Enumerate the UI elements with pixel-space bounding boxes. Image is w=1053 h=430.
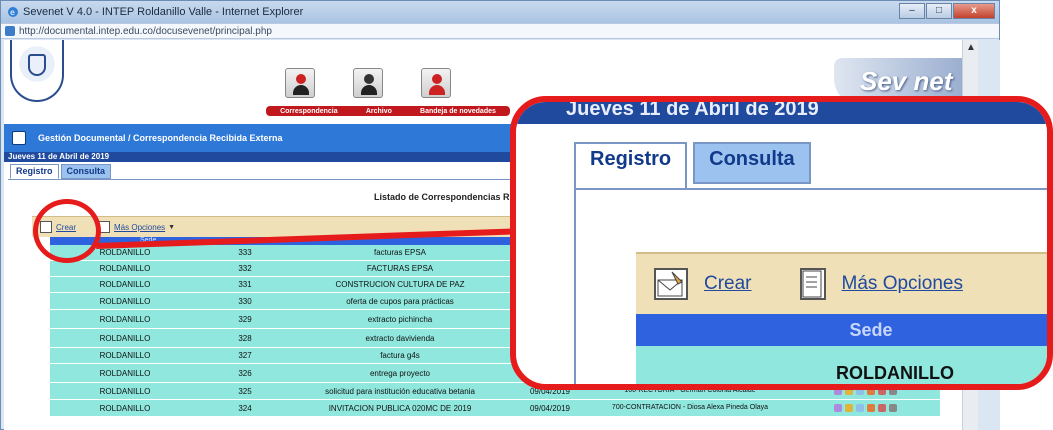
cell-fecha: 09/04/2019 [529, 403, 571, 413]
breadcrumb: Gestión Documental / Correspondencia Rec… [38, 133, 283, 143]
zoom-more-options-link[interactable]: Más Opciones [842, 273, 963, 295]
cell-destinatario: 700-CONTRATACION - Diosa Alexa Pineda Ol… [611, 404, 769, 411]
cell-numero: 329 [238, 314, 252, 324]
zoom-first-row: ROLDANILLO [636, 346, 1047, 384]
cell-asunto: extracto davivienda [365, 333, 435, 343]
create-icon[interactable] [654, 268, 688, 300]
zoom-callout: Jueves 11 de Abril de 2019 Registro Cons… [510, 96, 1053, 390]
screenshot-stage: e Sevenet V 4.0 - INTEP Roldanillo Valle… [0, 0, 1053, 430]
zoom-create-link[interactable]: Crear [704, 273, 752, 295]
cell-sede: ROLDANILLO [99, 368, 151, 378]
zoom-date: Jueves 11 de Abril de 2019 [516, 102, 1047, 124]
chevron-down-icon[interactable]: ▼ [168, 224, 175, 231]
row-actions [790, 404, 940, 412]
cell-asunto: solicitud para institución educativa bet… [325, 386, 475, 396]
zoom-column-header-sede: Sede [636, 314, 1047, 346]
cell-asunto: CONSTRUCION CULTURA DE PAZ [335, 280, 465, 289]
zoom-tab-bar: Registro Consulta [574, 142, 817, 190]
module-correspondencia[interactable] [266, 68, 334, 98]
title-bar: e Sevenet V 4.0 - INTEP Roldanillo Valle… [1, 1, 999, 23]
cell-numero: 332 [238, 264, 252, 273]
url-text[interactable]: http://documental.intep.edu.co/docuseven… [19, 26, 272, 37]
tab-registro[interactable]: Registro [10, 164, 59, 179]
tab-consulta[interactable]: Consulta [60, 164, 112, 179]
cell-numero: 331 [238, 280, 252, 289]
cell-asunto: factura g4s [380, 351, 420, 360]
correspondence-icon [285, 68, 315, 98]
remove-icon[interactable] [877, 404, 886, 412]
zoom-tab-registro[interactable]: Registro [574, 142, 688, 190]
link-icon[interactable] [888, 404, 897, 412]
route-icon[interactable] [866, 404, 875, 412]
module-archivo[interactable] [334, 68, 402, 98]
ie-icon: e [7, 6, 19, 18]
options-icon[interactable] [799, 268, 826, 300]
view-icon[interactable] [833, 404, 842, 412]
cell-asunto: extracto pichincha [367, 314, 433, 324]
module-label-bar: Correspondencia Archivo Bandeja de noved… [266, 106, 510, 116]
inbox-icon [421, 68, 451, 98]
tab-bar: Registro Consulta [10, 164, 113, 179]
institution-crest-logo [10, 40, 64, 102]
cell-sede: ROLDANILLO [99, 264, 151, 273]
listing-title: Listado de Correspondencias R [374, 192, 510, 202]
cell-sede: ROLDANILLO [99, 403, 151, 413]
zoom-panel-border [574, 188, 576, 384]
address-bar[interactable]: http://documental.intep.edu.co/docuseven… [1, 23, 999, 39]
cell-sede: ROLDANILLO [99, 314, 151, 324]
cell-sede: ROLDANILLO [99, 333, 151, 343]
cell-numero: 326 [238, 368, 252, 378]
module-label-bandeja[interactable]: Bandeja de novedades [420, 108, 496, 115]
archive-icon [353, 68, 383, 98]
logo-text: Sev net [860, 66, 953, 96]
page-icon [5, 26, 15, 36]
zoom-toolbar: Crear Más Opciones [636, 252, 1047, 314]
cell-numero: 325 [238, 386, 252, 396]
cell-numero: 330 [238, 296, 252, 306]
document-icon [12, 131, 26, 145]
edit-icon[interactable] [844, 404, 853, 412]
svg-text:e: e [10, 8, 15, 17]
highlight-circle [33, 199, 101, 263]
cell-numero: 324 [238, 403, 252, 413]
cell-asunto: facturas EPSA [373, 248, 427, 257]
cell-asunto: oferta de cupos para prácticas [346, 296, 454, 306]
module-label-archivo[interactable]: Archivo [366, 108, 392, 115]
close-button[interactable]: x [953, 3, 995, 19]
module-bandeja[interactable] [402, 68, 470, 98]
attach-icon[interactable] [855, 404, 864, 412]
cell-numero: 333 [238, 248, 252, 257]
minimize-button[interactable]: – [899, 3, 925, 19]
cell-numero: 328 [238, 333, 252, 343]
module-label-correspondencia[interactable]: Correspondencia [280, 108, 338, 115]
zoom-tab-consulta[interactable]: Consulta [693, 142, 811, 184]
cell-sede: ROLDANILLO [99, 296, 151, 306]
scroll-up-icon[interactable]: ▲ [963, 40, 979, 56]
zoom-tab-divider [574, 188, 1047, 190]
window-controls: – □ x [899, 3, 995, 19]
maximize-button[interactable]: □ [926, 3, 952, 19]
module-icons [266, 68, 470, 98]
cell-asunto: entrega proyecto [369, 368, 431, 378]
cell-sede: ROLDANILLO [99, 386, 151, 396]
cell-sede: ROLDANILLO [99, 351, 151, 360]
cell-sede: ROLDANILLO [99, 280, 151, 289]
cell-asunto: FACTURAS EPSA [366, 264, 434, 273]
more-options-link[interactable]: Más Opciones [114, 223, 165, 232]
cell-numero: 327 [238, 351, 252, 360]
table-row[interactable]: ROLDANILLO 324 INVITACION PUBLICA 020MC DE… [50, 400, 940, 417]
cell-asunto: INVITACION PUBLICA 020MC DE 2019 [328, 403, 472, 413]
window-title: Sevenet V 4.0 - INTEP Roldanillo Valle -… [23, 6, 304, 18]
